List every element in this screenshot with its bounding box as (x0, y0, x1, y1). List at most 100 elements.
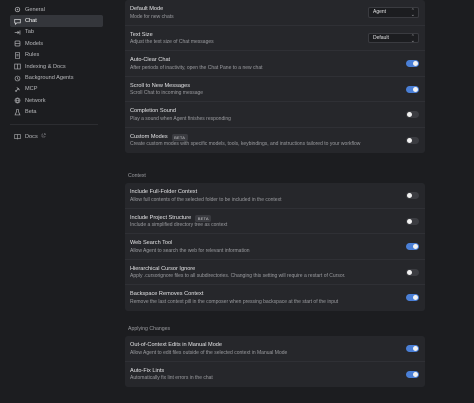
beta-icon (13, 108, 21, 116)
external-link-icon (41, 133, 46, 140)
text-size-select[interactable]: Default ⌃ ⌄ (368, 32, 419, 44)
sidebar-item-models[interactable]: Models (10, 38, 103, 49)
settings-main: Default Mode Mode for new chats Agent ⌃ ⌄… (125, 0, 425, 403)
setting-description: Automatically fix lint errors in the cha… (130, 375, 213, 381)
setting-description: Allow Agent to search the web for releva… (130, 247, 250, 254)
background-agents-icon (13, 74, 21, 82)
context-panel: Include Full-Folder Context Allow full c… (125, 183, 425, 311)
setting-title: Out-of-Context Edits in Manual Mode (130, 342, 223, 348)
sidebar-item-label: Models (25, 40, 44, 47)
include-full-folder-context-toggle[interactable] (406, 192, 419, 199)
indexing-icon (13, 63, 21, 71)
setting-title: Include Full-Folder Context (130, 189, 198, 195)
web-search-tool-toggle[interactable] (406, 243, 419, 250)
setting-web-search-tool: Web Search Tool Allow Agent to search th… (125, 234, 425, 260)
network-icon (13, 97, 21, 105)
setting-description: Allow Agent to edit files outside of the… (130, 349, 288, 356)
out-of-context-edits-toggle[interactable] (406, 345, 419, 352)
sidebar-item-label: General (25, 6, 45, 13)
setting-description: Apply .cursorignore files to all subdire… (130, 273, 346, 279)
setting-out-of-context-edits: Out-of-Context Edits in Manual Mode Allo… (125, 336, 425, 362)
setting-description: Include a simplified directory tree as c… (130, 222, 228, 228)
sidebar-item-tab[interactable]: Tab (10, 27, 103, 38)
setting-hierarchical-cursor-ignore: Hierarchical Cursor Ignore Apply .cursor… (125, 260, 425, 285)
rules-icon (13, 51, 21, 59)
toggle-knob (407, 218, 412, 224)
sidebar-item-label: Indexing & Docs (25, 63, 66, 70)
setting-title-text: Include Project Structure (130, 215, 192, 221)
setting-description: Scroll Chat to incoming message (130, 90, 204, 96)
setting-auto-clear-chat: Auto-Clear Chat After periods of inactiv… (125, 51, 425, 77)
setting-description: Play a sound when Agent finishes respond… (130, 115, 231, 122)
sidebar-item-indexing-docs[interactable]: Indexing & Docs (10, 61, 103, 72)
sidebar-divider (10, 123, 98, 125)
sidebar-item-chat[interactable]: Chat (10, 15, 103, 27)
setting-description: Remove the last context pill in the comp… (130, 298, 339, 305)
setting-title-text: Custom Modes (130, 134, 168, 140)
toggle-knob (413, 371, 418, 377)
sidebar-item-network[interactable]: Network (10, 95, 103, 106)
setting-title: Include Project Structure BETA (130, 214, 212, 222)
setting-text-size: Text Size Adjust the text size of Chat m… (125, 26, 425, 51)
toggle-knob (413, 295, 418, 300)
setting-title: Text Size (130, 31, 153, 38)
setting-title: Auto-Fix Lints (130, 367, 165, 374)
setting-title: Hierarchical Cursor Ignore (130, 265, 196, 272)
setting-default-mode: Default Mode Mode for new chats Agent ⌃ ⌄ (125, 0, 425, 26)
toggle-knob (407, 137, 412, 143)
scroll-to-new-messages-toggle[interactable] (406, 85, 419, 93)
setting-description: Create custom modes with specific models… (130, 141, 361, 147)
sidebar-item-background-agents[interactable]: Background Agents (10, 72, 103, 83)
setting-description: Adjust the text size of Chat messages (130, 39, 214, 45)
setting-include-full-folder-context: Include Full-Folder Context Allow full c… (125, 183, 425, 209)
sidebar-item-rules[interactable]: Rules (10, 50, 103, 61)
sidebar-item-docs[interactable]: Docs (10, 131, 103, 142)
chevron-updown-icon: ⌃ ⌄ (410, 33, 415, 44)
models-icon (13, 40, 21, 48)
sidebar-item-label: MCP (25, 86, 38, 93)
toggle-knob (413, 61, 418, 66)
chevron-updown-icon: ⌃ ⌄ (410, 8, 415, 18)
section-title-context: Context (128, 173, 146, 179)
select-value: Agent (373, 9, 387, 16)
toggle-knob (407, 269, 412, 275)
chat-icon (13, 17, 21, 25)
sidebar-item-label: Docs (25, 133, 38, 140)
hierarchical-cursor-ignore-toggle[interactable] (406, 268, 419, 276)
section-title-applying-changes: Applying Changes (128, 326, 171, 332)
sidebar-item-mcp[interactable]: MCP (10, 84, 103, 95)
beta-badge: BETA (195, 214, 212, 222)
custom-modes-toggle[interactable] (406, 136, 419, 144)
setting-title: Default Mode (130, 6, 164, 12)
default-mode-select[interactable]: Agent ⌃ ⌄ (368, 7, 419, 18)
applying-changes-panel: Out-of-Context Edits in Manual Mode Allo… (125, 336, 425, 387)
auto-clear-chat-toggle[interactable] (406, 60, 419, 67)
toggle-knob (413, 244, 418, 249)
sidebar-item-label: Background Agents (25, 75, 74, 82)
setting-custom-modes: Custom Modes BETA Create custom modes wi… (125, 128, 425, 154)
sidebar-item-label: Tab (25, 29, 35, 36)
backspace-removes-context-toggle[interactable] (406, 294, 419, 301)
completion-sound-toggle[interactable] (406, 111, 419, 118)
setting-backspace-removes-context: Backspace Removes Context Remove the las… (125, 285, 425, 311)
mcp-icon (13, 85, 21, 93)
gear-icon (13, 6, 21, 14)
docs-icon (13, 133, 21, 141)
setting-completion-sound: Completion Sound Play a sound when Agent… (125, 102, 425, 128)
setting-title: Web Search Tool (130, 240, 173, 246)
include-project-structure-toggle[interactable] (406, 217, 419, 225)
setting-auto-fix-lints: Auto-Fix Lints Automatically fix lint er… (125, 362, 425, 388)
setting-title: Custom Modes BETA (130, 133, 188, 141)
chat-settings-panel: Default Mode Mode for new chats Agent ⌃ ⌄… (125, 0, 425, 153)
sidebar-item-beta[interactable]: Beta (10, 107, 103, 118)
sidebar-item-general[interactable]: General (10, 4, 103, 15)
sidebar-item-label: Chat (25, 18, 37, 25)
setting-title: Backspace Removes Context (130, 291, 204, 297)
beta-badge: BETA (171, 133, 188, 141)
toggle-knob (413, 86, 418, 92)
tab-icon (13, 28, 21, 36)
auto-fix-lints-toggle[interactable] (406, 370, 419, 378)
setting-scroll-to-new-messages: Scroll to New Messages Scroll Chat to in… (125, 77, 425, 102)
setting-title: Scroll to New Messages (130, 82, 190, 89)
toggle-knob (407, 112, 412, 117)
